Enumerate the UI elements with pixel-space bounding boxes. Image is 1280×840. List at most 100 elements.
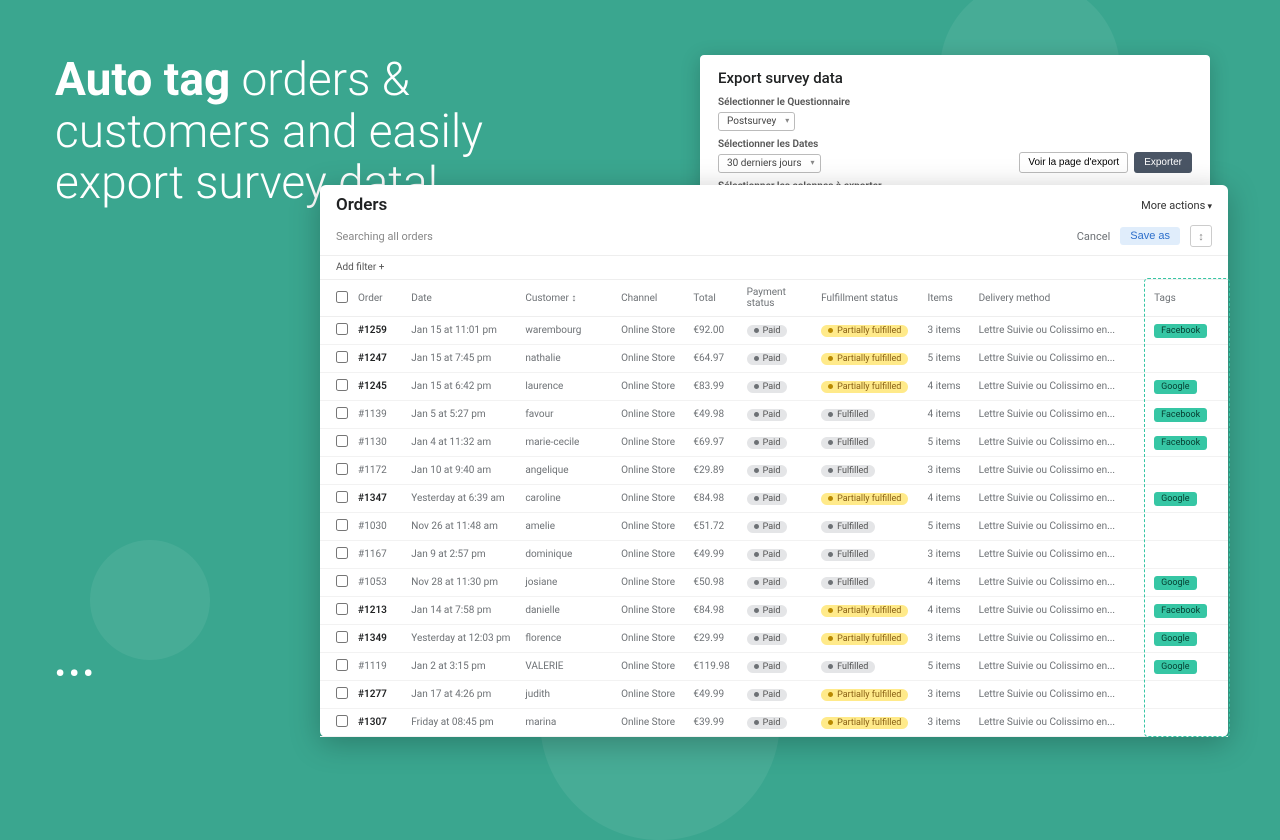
row-checkbox[interactable] (336, 519, 348, 531)
th-fulfillment[interactable]: Fulfillment status (817, 280, 923, 317)
order-tags-cell: Facebook (1150, 401, 1228, 429)
order-delivery: Lettre Suivie ou Colissimo en... (975, 457, 1151, 485)
th-customer[interactable]: Customer ↕ (521, 280, 617, 317)
order-number: #1130 (354, 429, 407, 457)
row-checkbox[interactable] (336, 491, 348, 503)
export-title: Export survey data (718, 69, 1192, 87)
table-row[interactable]: #1119 Jan 2 at 3:15 pm VALERIE Online St… (320, 653, 1228, 681)
table-row[interactable]: #1259 Jan 15 at 11:01 pm warembourg Onli… (320, 317, 1228, 345)
table-row[interactable]: #1277 Jan 17 at 4:26 pm judith Online St… (320, 681, 1228, 709)
order-delivery: Lettre Suivie ou Colissimo en... (975, 709, 1151, 737)
fulfillment-badge: Fulfilled (821, 521, 875, 533)
table-row[interactable]: #1307 Friday at 08:45 pm marina Online S… (320, 709, 1228, 737)
select-all-checkbox[interactable] (336, 291, 348, 303)
order-tags-cell: Google (1150, 625, 1228, 653)
order-tags-cell: Google (1150, 485, 1228, 513)
order-number: #1277 (354, 681, 407, 709)
row-checkbox[interactable] (336, 575, 348, 587)
table-row[interactable]: #1139 Jan 5 at 5:27 pm favour Online Sto… (320, 401, 1228, 429)
order-delivery: Lettre Suivie ou Colissimo en... (975, 513, 1151, 541)
more-actions-button[interactable]: More actions (1141, 199, 1212, 212)
order-total: €29.99 (689, 625, 742, 653)
table-row[interactable]: #1349 Yesterday at 12:03 pm florence Onl… (320, 625, 1228, 653)
row-checkbox[interactable] (336, 659, 348, 671)
row-checkbox[interactable] (336, 379, 348, 391)
row-checkbox[interactable] (336, 715, 348, 727)
order-tags-cell (1150, 457, 1228, 485)
order-delivery: Lettre Suivie ou Colissimo en... (975, 597, 1151, 625)
tag-badge: Facebook (1154, 408, 1207, 422)
table-row[interactable]: #1053 Nov 28 at 11:30 pm josiane Online … (320, 569, 1228, 597)
th-order[interactable]: Order (354, 280, 407, 317)
th-tags[interactable]: Tags (1150, 280, 1228, 317)
order-date: Friday at 08:45 pm (407, 709, 521, 737)
order-number: #1030 (354, 513, 407, 541)
th-channel[interactable]: Channel (617, 280, 689, 317)
order-tags-cell (1150, 513, 1228, 541)
payment-badge: Paid (747, 437, 788, 449)
dates-select[interactable]: 30 derniers jours (718, 154, 821, 173)
order-number: #1167 (354, 541, 407, 569)
order-channel: Online Store (617, 513, 689, 541)
search-input[interactable]: Searching all orders (336, 230, 433, 243)
order-total: €92.00 (689, 317, 742, 345)
order-delivery: Lettre Suivie ou Colissimo en... (975, 653, 1151, 681)
order-tags-cell: Google (1150, 653, 1228, 681)
payment-badge: Paid (747, 465, 788, 477)
order-tags-cell: Facebook (1150, 429, 1228, 457)
table-row[interactable]: #1347 Yesterday at 6:39 am caroline Onli… (320, 485, 1228, 513)
order-total: €64.97 (689, 345, 742, 373)
row-checkbox[interactable] (336, 463, 348, 475)
row-checkbox[interactable] (336, 631, 348, 643)
th-items[interactable]: Items (924, 280, 975, 317)
order-channel: Online Store (617, 709, 689, 737)
th-delivery[interactable]: Delivery method (975, 280, 1151, 317)
row-checkbox[interactable] (336, 687, 348, 699)
payment-badge: Paid (747, 577, 788, 589)
order-total: €83.99 (689, 373, 742, 401)
order-customer: dominique (521, 541, 617, 569)
order-total: €84.98 (689, 485, 742, 513)
view-export-button[interactable]: Voir la page d'export (1019, 152, 1128, 173)
order-channel: Online Store (617, 653, 689, 681)
row-checkbox[interactable] (336, 323, 348, 335)
order-items: 3 items (924, 625, 975, 653)
export-button[interactable]: Exporter (1134, 152, 1192, 173)
payment-badge: Paid (747, 325, 788, 337)
th-payment[interactable]: Payment status (743, 280, 817, 317)
fulfillment-badge: Partially fulfilled (821, 633, 908, 645)
order-date: Jan 14 at 7:58 pm (407, 597, 521, 625)
cancel-button[interactable]: Cancel (1077, 230, 1110, 243)
table-row[interactable]: #1245 Jan 15 at 6:42 pm laurence Online … (320, 373, 1228, 401)
fulfillment-badge: Fulfilled (821, 577, 875, 589)
tag-badge: Facebook (1154, 324, 1207, 338)
fulfillment-badge: Fulfilled (821, 409, 875, 421)
questionnaire-select[interactable]: Postsurvey (718, 112, 795, 131)
saveas-button[interactable]: Save as (1120, 227, 1180, 245)
tag-badge: Google (1154, 660, 1196, 674)
sort-button[interactable]: ↕ (1190, 225, 1212, 247)
fulfillment-badge: Partially fulfilled (821, 325, 908, 337)
add-filter-button[interactable]: Add filter + (320, 256, 1228, 280)
order-customer: angelique (521, 457, 617, 485)
order-tags-cell: Facebook (1150, 597, 1228, 625)
table-row[interactable]: #1172 Jan 10 at 9:40 am angelique Online… (320, 457, 1228, 485)
fulfillment-badge: Fulfilled (821, 661, 875, 673)
table-row[interactable]: #1030 Nov 26 at 11:48 am amelie Online S… (320, 513, 1228, 541)
row-checkbox[interactable] (336, 407, 348, 419)
order-delivery: Lettre Suivie ou Colissimo en... (975, 485, 1151, 513)
table-row[interactable]: #1130 Jan 4 at 11:32 am marie-cecile Onl… (320, 429, 1228, 457)
row-checkbox[interactable] (336, 351, 348, 363)
order-tags-cell (1150, 709, 1228, 737)
tag-badge: Facebook (1154, 436, 1207, 450)
payment-badge: Paid (747, 717, 788, 729)
row-checkbox[interactable] (336, 603, 348, 615)
table-row[interactable]: #1247 Jan 15 at 7:45 pm nathalie Online … (320, 345, 1228, 373)
th-total[interactable]: Total (689, 280, 742, 317)
th-date[interactable]: Date (407, 280, 521, 317)
row-checkbox[interactable] (336, 547, 348, 559)
row-checkbox[interactable] (336, 435, 348, 447)
table-row[interactable]: #1213 Jan 14 at 7:58 pm danielle Online … (320, 597, 1228, 625)
order-total: €49.99 (689, 541, 742, 569)
table-row[interactable]: #1167 Jan 9 at 2:57 pm dominique Online … (320, 541, 1228, 569)
